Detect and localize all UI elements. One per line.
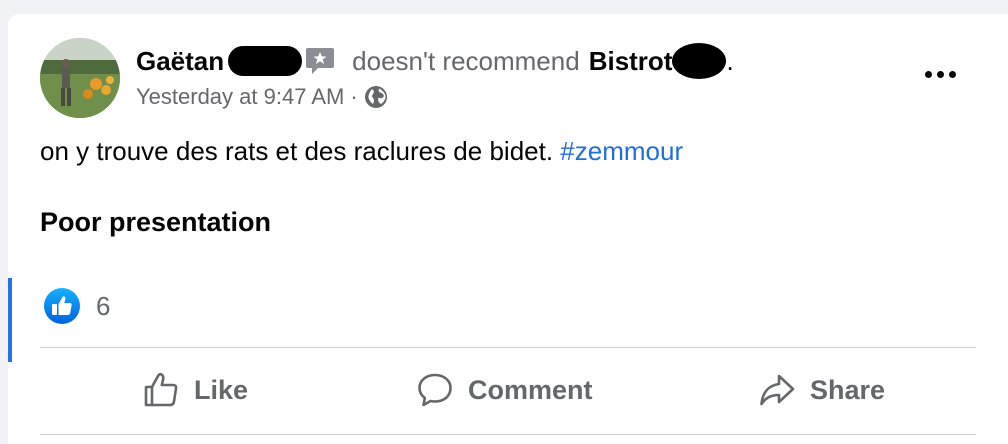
divider	[40, 434, 976, 435]
share-label: Share	[810, 374, 886, 405]
review-tag: Poor presentation	[40, 207, 272, 237]
reaction-summary[interactable]: 6	[44, 286, 110, 326]
globe-icon	[364, 86, 387, 108]
meta-separator: ·	[350, 84, 358, 109]
action-bar: Like Comment Share	[40, 358, 976, 422]
author-name[interactable]: Gaëtan	[136, 46, 224, 77]
redacted-surname	[228, 46, 303, 76]
post-body: on y trouve des rats et des raclures de …	[40, 136, 683, 167]
timestamp[interactable]: Yesterday at 9:47 AM	[136, 84, 344, 110]
place-suffix: .	[726, 45, 734, 76]
comment-label: Comment	[468, 374, 593, 405]
post-body-text: on y trouve des rats et des raclures de …	[40, 136, 554, 166]
post-meta: Yesterday at 9:47 AM ·	[136, 82, 388, 112]
divider	[40, 347, 976, 348]
comment-icon	[418, 373, 452, 407]
dot-icon	[924, 70, 932, 78]
dot-icon	[948, 70, 956, 78]
post-header: Gaëtan doesn't recommend Bistrot .	[136, 43, 734, 79]
like-count[interactable]: 6	[96, 291, 110, 322]
recommendation-verb: doesn't recommend	[352, 45, 580, 76]
like-reaction-icon	[44, 288, 80, 324]
place-name[interactable]: Bistrot	[589, 46, 673, 77]
share-button[interactable]: Share	[758, 358, 885, 422]
share-arrow-icon	[760, 374, 795, 406]
like-button[interactable]: Like	[142, 358, 248, 422]
more-options-button[interactable]	[920, 62, 960, 86]
post-card: Gaëtan doesn't recommend Bistrot . Yeste…	[8, 14, 1008, 444]
redacted-place	[672, 43, 727, 79]
like-label: Like	[194, 374, 249, 405]
review-badge-icon	[306, 48, 335, 74]
hashtag-link[interactable]: #zemmour	[560, 136, 683, 166]
focus-indicator	[8, 278, 12, 362]
comment-button[interactable]: Comment	[416, 358, 593, 422]
dot-icon	[936, 70, 944, 78]
avatar[interactable]	[40, 38, 120, 118]
thumbs-up-icon	[144, 372, 178, 407]
